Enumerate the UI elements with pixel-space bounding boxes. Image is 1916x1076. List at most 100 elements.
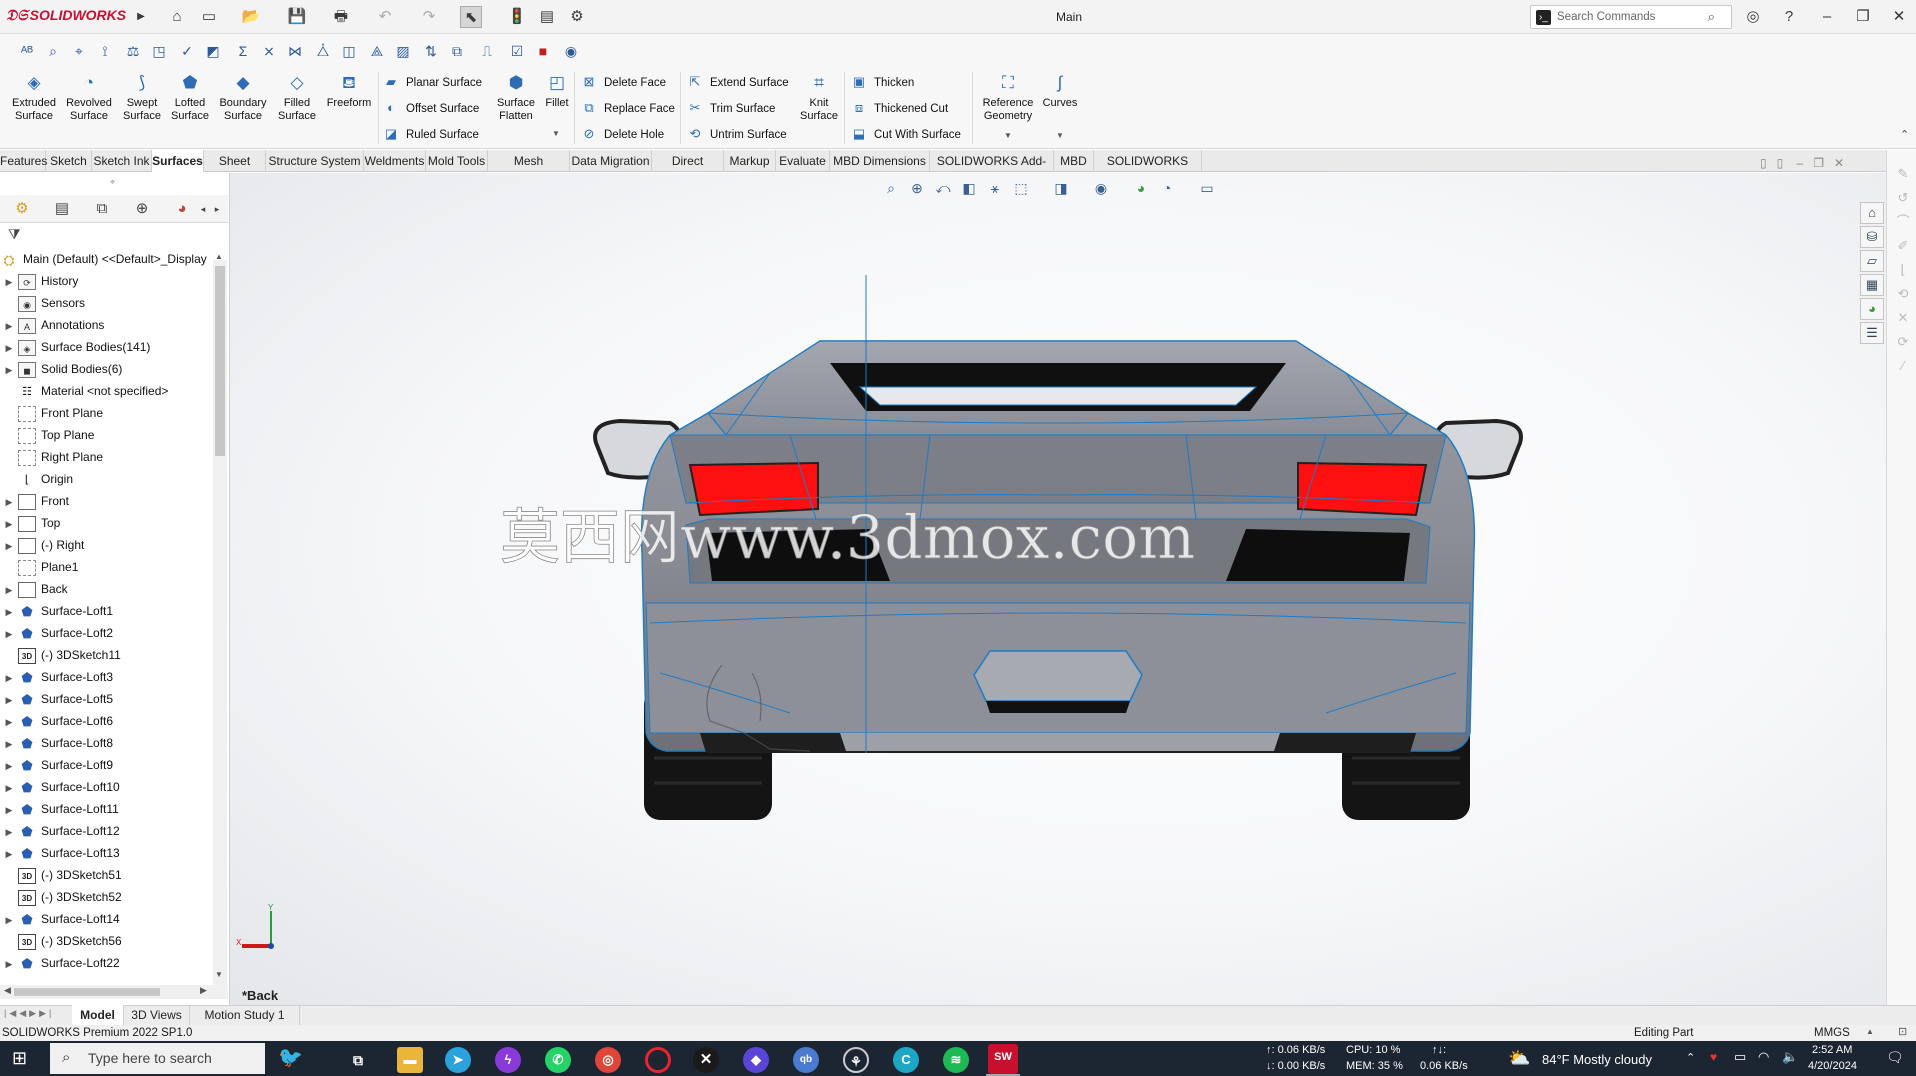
tab-features[interactable]: Features bbox=[0, 150, 47, 172]
apply-scene-icon[interactable]: ◔ bbox=[1156, 178, 1178, 198]
dropdown-arrow-icon[interactable]: ▼ bbox=[1056, 131, 1064, 140]
new-document-icon[interactable]: ▭ bbox=[198, 6, 220, 28]
tab-solidworks-cam[interactable]: SOLIDWORKS CAM bbox=[1094, 150, 1202, 190]
expand-arrow-icon[interactable]: ▶ bbox=[0, 513, 18, 535]
tab-solidworks-add-ins[interactable]: SOLIDWORKS Add-Ins bbox=[930, 150, 1054, 190]
expand-arrow-icon[interactable]: ▶ bbox=[0, 843, 18, 865]
tree-item[interactable]: Front Plane bbox=[0, 402, 212, 424]
tree-item[interactable]: ▶ A Annotations bbox=[0, 314, 212, 336]
tree-item[interactable]: ▶ ⬟ Surface-Loft13 bbox=[0, 842, 212, 864]
mass-properties-icon[interactable]: ⚖ bbox=[122, 40, 144, 62]
weather-text[interactable]: 84°F Mostly cloudy bbox=[1542, 1052, 1652, 1067]
tree-item[interactable]: ▶ ⟳ History bbox=[0, 270, 212, 292]
tab-mbd[interactable]: MBD bbox=[1054, 150, 1094, 172]
tree-item[interactable]: 3D (-) 3DSketch56 bbox=[0, 930, 212, 952]
expand-arrow-icon[interactable]: ▶ bbox=[0, 271, 18, 293]
battery-icon[interactable]: ▭ bbox=[1734, 1049, 1746, 1065]
tree-item[interactable]: ☷ Material <not specified> bbox=[0, 380, 212, 402]
expand-arrow-icon[interactable]: ▶ bbox=[0, 689, 18, 711]
clock-time[interactable]: 2:52 AM bbox=[1812, 1043, 1852, 1058]
tree-item[interactable]: ▶ ⬟ Surface-Loft11 bbox=[0, 798, 212, 820]
tab-scroll-arrows[interactable]: |◀◀▶▶| bbox=[4, 1008, 54, 1019]
scroll-down-icon[interactable]: ▼ bbox=[215, 970, 223, 979]
tree-item[interactable]: ▶ ⬟ Surface-Loft5 bbox=[0, 688, 212, 710]
dropdown-arrow-icon[interactable]: ▼ bbox=[552, 129, 560, 138]
reference-geometry-button[interactable]: ⛶ Reference Geometry bbox=[978, 72, 1038, 122]
tree-item[interactable]: Right Plane bbox=[0, 446, 212, 468]
messenger-icon[interactable]: ϟ bbox=[495, 1047, 521, 1073]
x-app-icon[interactable]: ✕ bbox=[693, 1047, 719, 1073]
tab-data-migration[interactable]: Data Migration bbox=[570, 150, 652, 172]
tree-item[interactable]: ▶ ⬟ Surface-Loft8 bbox=[0, 732, 212, 754]
tab-mold-tools[interactable]: Mold Tools bbox=[426, 150, 488, 172]
tab-surfaces[interactable]: Surfaces bbox=[152, 150, 204, 172]
tab-sketch-ink[interactable]: Sketch Ink bbox=[92, 150, 152, 172]
tree-item[interactable]: ▶ ⬟ Surface-Loft2 bbox=[0, 622, 212, 644]
tree-item[interactable]: 3D (-) 3DSketch11 bbox=[0, 644, 212, 666]
swept-surface-button[interactable]: ⟆ Swept Surface bbox=[118, 72, 166, 122]
viewport-tile-icon[interactable]: ▯ ▯ – ❐ ✕ bbox=[1760, 156, 1844, 170]
thicken-button[interactable]: ▣ Thicken bbox=[850, 71, 914, 93]
fillet-button[interactable]: ◰ Fillet bbox=[540, 72, 574, 110]
delete-face-button[interactable]: ⊠ Delete Face bbox=[580, 71, 666, 93]
panel-splitter-handle[interactable]: ⌖ bbox=[110, 177, 115, 188]
rebuild-icon[interactable]: 🚦 bbox=[506, 6, 528, 28]
curves-button[interactable]: ∫ Curves bbox=[1040, 72, 1080, 110]
sketch-ink-tools[interactable]: ✎ ↺ ⌒ ✐ ⌊ ⟲ ✕ ⟳ ∕ bbox=[1892, 162, 1914, 402]
telegram-icon[interactable]: ➤ bbox=[445, 1047, 471, 1073]
whatsapp-icon[interactable]: ✆ bbox=[545, 1047, 571, 1073]
tab-direct-editing[interactable]: Direct Editing bbox=[652, 150, 724, 190]
antivirus-tray-icon[interactable]: ♥ bbox=[1710, 1050, 1717, 1064]
freeform-button[interactable]: ⛾ Freeform bbox=[322, 72, 376, 110]
zoom-to-fit-icon[interactable]: ⌕ bbox=[880, 178, 902, 198]
tree-item[interactable]: ▶ ⬟ Surface-Loft1 bbox=[0, 600, 212, 622]
extend-surface-button[interactable]: ⇱ Extend Surface bbox=[686, 71, 789, 93]
help-icon[interactable]: ? bbox=[1778, 6, 1800, 28]
scroll-right-icon[interactable]: ▸ bbox=[210, 198, 224, 220]
scroll-left-icon[interactable]: ◀ bbox=[4, 985, 11, 996]
thickened-cut-button[interactable]: ⧈ Thickened Cut bbox=[850, 97, 948, 119]
media-app-icon[interactable]: ◆ bbox=[743, 1047, 769, 1073]
expand-arrow-icon[interactable]: ▶ bbox=[0, 711, 18, 733]
thickness-analysis-icon[interactable]: ▨ bbox=[392, 40, 414, 62]
spell-check-icon[interactable]: ᴬᴮ bbox=[16, 40, 38, 62]
zoom-icon[interactable]: ⌕ bbox=[42, 40, 64, 62]
graphics-area[interactable]: 莫西网www.3dmox.com bbox=[230, 173, 1886, 1005]
extruded-surface-button[interactable]: ◈ Extruded Surface bbox=[8, 72, 60, 122]
qbittorrent-icon[interactable]: qb bbox=[793, 1047, 819, 1073]
expand-arrow-icon[interactable]: ▶ bbox=[0, 953, 18, 975]
tree-hscroll-thumb[interactable] bbox=[14, 988, 160, 996]
expand-arrow-icon[interactable]: ▶ bbox=[0, 601, 18, 623]
view-orientation-icon[interactable]: ⬚ bbox=[1010, 178, 1032, 198]
tree-item[interactable]: ▶ ⬟ Surface-Loft3 bbox=[0, 666, 212, 688]
property-manager-tab-icon[interactable]: ▤ bbox=[48, 198, 76, 220]
trim-surface-button[interactable]: ✂ Trim Surface bbox=[686, 97, 776, 119]
undo-icon[interactable]: ↶ bbox=[374, 6, 396, 28]
open-icon[interactable]: 📂 bbox=[240, 6, 262, 28]
show-hidden-icons-icon[interactable]: ⌃ bbox=[1686, 1051, 1695, 1064]
replace-face-button[interactable]: ⧉ Replace Face bbox=[580, 97, 675, 119]
expand-arrow-icon[interactable]: ▶ bbox=[0, 909, 18, 931]
tree-item[interactable]: ▶ ⬟ Surface-Loft6 bbox=[0, 710, 212, 732]
tree-item[interactable]: Top Plane bbox=[0, 424, 212, 446]
expand-arrow-icon[interactable]: ▶ bbox=[0, 337, 18, 359]
compare-icon[interactable]: ⧉ bbox=[446, 40, 468, 62]
expand-arrow-icon[interactable]: ▶ bbox=[0, 491, 18, 513]
knit-surface-button[interactable]: ⌗ Knit Surface bbox=[796, 72, 842, 122]
expand-arrow-icon[interactable]: ▶ bbox=[0, 667, 18, 689]
tab-3d-views[interactable]: 3D Views bbox=[124, 1005, 190, 1025]
account-icon[interactable]: ◎ bbox=[1742, 6, 1764, 28]
task-view-icon[interactable]: ⧉ bbox=[345, 1047, 371, 1073]
quick-tips-icon[interactable]: ⊡ bbox=[1898, 1025, 1907, 1038]
scroll-up-icon[interactable]: ▲ bbox=[215, 252, 223, 261]
measure-icon[interactable]: ⎍ bbox=[476, 40, 498, 62]
section-view-icon[interactable]: ◧ bbox=[958, 178, 980, 198]
offset-surface-button[interactable]: ◐ Offset Surface bbox=[382, 97, 479, 119]
tab-evaluate[interactable]: Evaluate bbox=[776, 150, 830, 172]
tab-sketch[interactable]: Sketch bbox=[46, 150, 92, 172]
tab-markup[interactable]: Markup bbox=[724, 150, 776, 172]
tree-item[interactable]: ▶ ⬟ Surface-Loft9 bbox=[0, 754, 212, 776]
restore-icon[interactable]: ❐ bbox=[1848, 6, 1878, 28]
check-icon[interactable]: ✓ bbox=[176, 40, 198, 62]
lofted-surface-button[interactable]: ⬟ Lofted Surface bbox=[166, 72, 214, 122]
